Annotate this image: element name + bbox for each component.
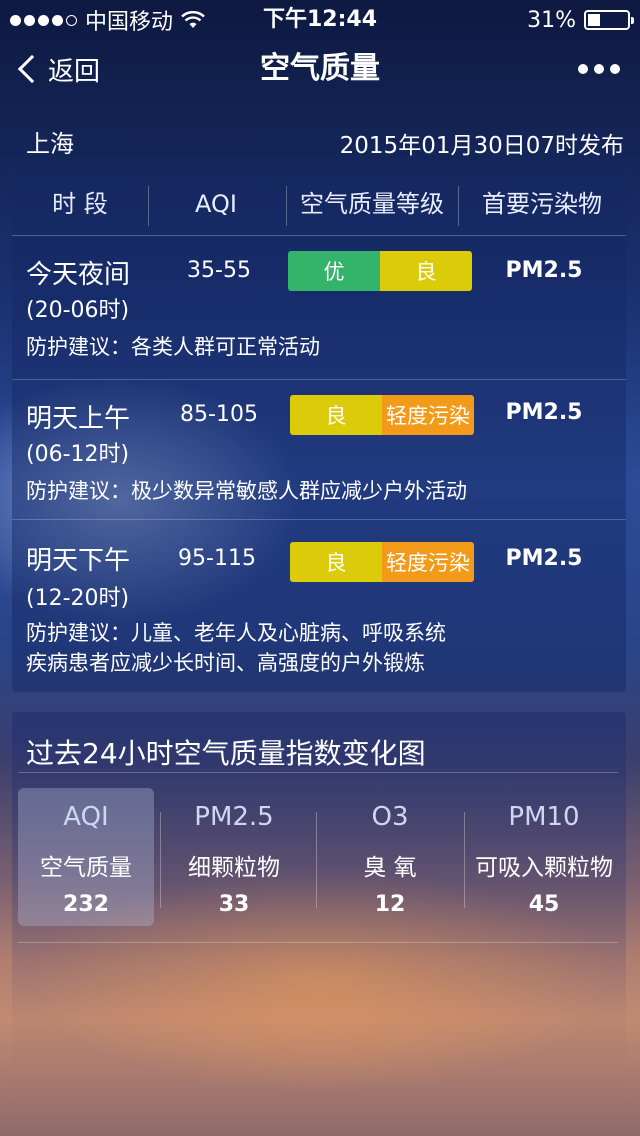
battery-level: [588, 14, 600, 26]
tab-name: 臭 氧: [363, 855, 417, 881]
tab-code: PM10: [508, 802, 580, 832]
tab-pm25[interactable]: PM2.5 细颗粒物 33: [162, 788, 306, 926]
tab-divider: [316, 812, 317, 908]
status-right: 31%: [527, 0, 634, 40]
level-segment: 良: [290, 395, 382, 435]
tab-value: 45: [528, 892, 560, 917]
advice-line: 疾病患者应减少长时间、高强度的户外锻炼: [26, 651, 425, 675]
level-segment: 良: [380, 251, 472, 291]
battery-icon: [584, 10, 634, 30]
aqi-level-bar: 优 良: [288, 251, 472, 291]
more-dot-icon: [610, 64, 620, 74]
level-segment: 轻度污染: [382, 542, 474, 582]
aqi-level-bar: 良 轻度污染: [290, 395, 474, 435]
location-header: 上海 2015年01月30日07时发布: [0, 100, 640, 170]
tab-name: 细颗粒物: [188, 855, 280, 881]
aqi-range: 85-105: [180, 402, 258, 427]
page-title: 空气质量: [260, 51, 380, 86]
battery-percent: 31%: [527, 7, 576, 33]
tab-code: O3: [371, 802, 409, 832]
tab-value: 12: [374, 892, 406, 917]
tab-value: 33: [218, 892, 250, 917]
forecast-row: 明天上午 (06-12时) 85-105 良 轻度污染 PM2.5 防护建议：极…: [12, 380, 626, 520]
forecast-table-header: 时 段 AQI 空气质量等级 首要污染物: [12, 172, 626, 236]
section-divider: [18, 942, 618, 943]
chart-section-title: 过去24小时空气质量指数变化图: [26, 737, 426, 770]
tab-o3[interactable]: O3 臭 氧 12: [318, 788, 462, 926]
forecast-row: 明天下午 (12-20时) 95-115 良 轻度污染 PM2.5 防护建议：儿…: [12, 520, 626, 692]
forecast-card: 时 段 AQI 空气质量等级 首要污染物 今天夜间 (20-06时) 35-55…: [12, 172, 626, 692]
period-name: 今天夜间: [26, 260, 131, 290]
advice-line: 防护建议：儿童、老年人及心脏病、呼吸系统: [26, 621, 446, 645]
tab-divider: [160, 812, 161, 908]
column-header-period: 时 段: [52, 190, 108, 218]
tab-name: 可吸入颗粒物: [475, 855, 613, 881]
advice-line: 防护建议：极少数异常敏感人群应减少户外活动: [26, 479, 467, 503]
level-segment: 良: [290, 542, 382, 582]
column-header-aqi: AQI: [195, 190, 237, 218]
nav-bar: 返回 空气质量: [0, 40, 640, 98]
primary-pollutant: PM2.5: [505, 546, 583, 571]
tab-value: 232: [63, 892, 109, 917]
level-segment: 优: [288, 251, 380, 291]
primary-pollutant: PM2.5: [505, 400, 583, 425]
aqi-range: 95-115: [178, 546, 256, 571]
more-dot-icon: [594, 64, 604, 74]
aqi-history-card: 过去24小时空气质量指数变化图 AQI 空气质量 232 PM2.5 细颗粒物 …: [12, 712, 626, 1136]
advice-line: 防护建议：各类人群可正常活动: [26, 335, 320, 359]
publish-time: 2015年01月30日07时发布: [339, 133, 624, 159]
forecast-row: 今天夜间 (20-06时) 35-55 优 良 PM2.5 防护建议：各类人群可…: [12, 236, 626, 380]
primary-pollutant: PM2.5: [505, 258, 583, 283]
protection-advice: 防护建议：各类人群可正常活动: [26, 332, 616, 362]
tab-code: PM2.5: [194, 802, 274, 832]
aqi-level-bar: 良 轻度污染: [290, 542, 474, 582]
period-name: 明天上午: [26, 404, 131, 434]
protection-advice: 防护建议：儿童、老年人及心脏病、呼吸系统 疾病患者应减少长时间、高强度的户外锻炼: [26, 618, 616, 678]
column-header-level: 空气质量等级: [300, 190, 444, 218]
section-divider: [18, 772, 618, 773]
period-hours: (20-06时): [26, 298, 130, 323]
tab-aqi[interactable]: AQI 空气质量 232: [18, 788, 154, 926]
pollutant-tabs: AQI 空气质量 232 PM2.5 细颗粒物 33 O3 臭 氧 12 PM1…: [12, 788, 626, 926]
period-name: 明天下午: [26, 546, 131, 576]
aqi-range: 35-55: [187, 258, 251, 283]
tab-name: 空气质量: [40, 855, 132, 881]
period-hours: (12-20时): [26, 586, 130, 611]
level-segment: 轻度污染: [382, 395, 474, 435]
city-name: 上海: [26, 130, 74, 158]
more-dot-icon: [578, 64, 588, 74]
protection-advice: 防护建议：极少数异常敏感人群应减少户外活动: [26, 476, 616, 506]
tab-code: AQI: [63, 802, 109, 832]
column-header-pollutant: 首要污染物: [482, 190, 602, 218]
more-options-button[interactable]: [578, 40, 620, 98]
period-hours: (06-12时): [26, 442, 130, 467]
tab-pm10[interactable]: PM10 可吸入颗粒物 45: [462, 788, 626, 926]
status-bar: 中国移动 下午12:44 31%: [0, 0, 640, 40]
